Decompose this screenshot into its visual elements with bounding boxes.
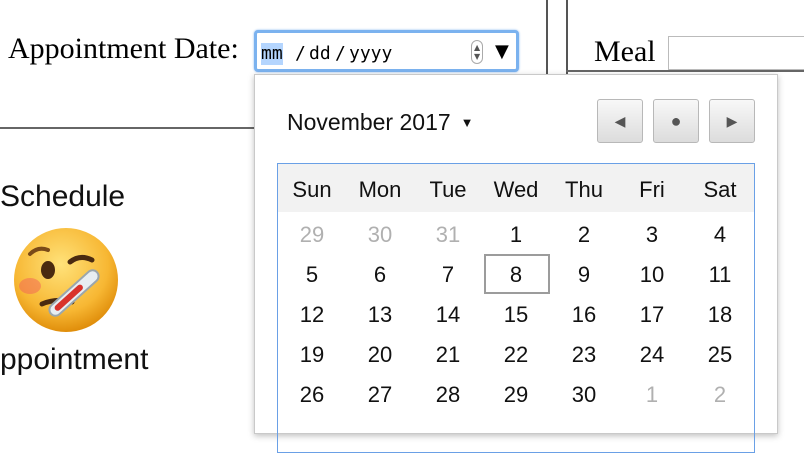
calendar-day[interactable]: 23 [550,342,618,368]
calendar-day[interactable]: 20 [346,342,414,368]
weekday-header-fri: Fri [639,177,665,202]
schedule-heading: Schedule [0,180,126,213]
calendar-day[interactable]: 11 [686,262,754,288]
calendar-day[interactable]: 9 [550,262,618,288]
calendar-day[interactable]: 12 [278,302,346,328]
chevron-up-icon[interactable]: ▲ [474,44,480,52]
calendar-day[interactable]: 10 [618,262,686,288]
row-divider-left [0,127,254,129]
calendar-day[interactable]: 6 [346,262,414,288]
calendar-day[interactable]: 22 [482,342,550,368]
weekday-header-mon: Mon [358,177,402,202]
calendar-day[interactable]: 31 [414,222,482,248]
triangle-left-icon: ◀ [614,112,626,129]
calendar-day[interactable]: 14 [414,302,482,328]
column-divider-left [546,0,548,74]
weekday-header-tue: Tue [429,177,467,202]
weekday-header-thu: Thu [565,177,603,202]
calendar-day[interactable]: 21 [414,342,482,368]
calendar-day[interactable]: 17 [618,302,686,328]
next-month-button[interactable]: ▶ [709,99,755,143]
face-with-thermometer-icon [8,224,128,334]
calendar-day[interactable]: 30 [346,222,414,248]
calendar-day[interactable]: 2 [686,382,754,408]
appointment-footer-text: ppointment [0,343,149,376]
calendar-day[interactable]: 16 [550,302,618,328]
meal-input[interactable] [668,36,804,70]
chevron-down-icon[interactable]: ▼ [474,53,480,61]
calendar-day[interactable]: 1 [618,382,686,408]
calendar-day[interactable]: 7 [414,262,482,288]
row-divider-right [566,70,804,72]
calendar-day[interactable]: 3 [618,222,686,248]
calendar-day[interactable]: 25 [686,342,754,368]
weekday-header-wed: Wed [493,177,539,202]
month-year-label: November 2017 [287,109,451,135]
weekday-header-sat: Sat [703,177,737,202]
calendar-day[interactable]: 15 [482,302,550,328]
calendar-day[interactable]: 26 [278,382,346,408]
month-segment[interactable]: mm [261,43,283,65]
calendar-day[interactable]: 8 [482,262,550,288]
year-segment[interactable]: yyyy [349,43,392,65]
previous-month-button[interactable]: ◀ [597,99,643,143]
date-separator: / [335,43,346,64]
calendar-day[interactable]: 24 [618,342,686,368]
appointment-date-input[interactable]: mm / dd / yyyy ▲ ▼ ▼ [254,30,519,72]
calendar-day[interactable]: 29 [482,382,550,408]
calendar-day[interactable]: 13 [346,302,414,328]
day-segment[interactable]: dd [309,43,331,65]
calendar-day[interactable]: 30 [550,382,618,408]
appointment-date-label: Appointment Date: [8,32,239,65]
today-button[interactable]: ● [653,99,699,143]
meal-label: Meal [594,35,656,68]
calendar-popup: November 2017 ▼ ◀ ● ▶ Sun Mon Tue Wed Thu Fri… [254,74,778,453]
calendar-day[interactable]: 4 [686,222,754,248]
calendar-day[interactable]: 27 [346,382,414,408]
calendar-dropdown-arrow-icon[interactable]: ▼ [495,41,509,62]
dot-icon: ● [670,110,682,131]
calendar-day[interactable]: 19 [278,342,346,368]
calendar-day[interactable]: 28 [414,382,482,408]
calendar-day[interactable]: 5 [278,262,346,288]
date-separator: / [295,43,306,64]
caret-down-icon: ▼ [460,115,474,130]
weekday-header-sun: Sun [292,177,332,202]
column-divider-right [566,0,568,74]
calendar-day[interactable]: 1 [482,222,550,248]
calendar-day[interactable]: 18 [686,302,754,328]
calendar-grid: Sun Mon Tue Wed Thu Fri Sat 29 30 31 1 2 3 4 5 6 7 8 9 10 11… [277,163,755,453]
calendar-day[interactable]: 2 [550,222,618,248]
month-year-selector[interactable]: November 2017 ▼ [287,109,474,136]
date-stepper[interactable]: ▲ ▼ [471,40,483,64]
calendar-day[interactable]: 29 [278,222,346,248]
triangle-right-icon: ▶ [726,112,738,129]
